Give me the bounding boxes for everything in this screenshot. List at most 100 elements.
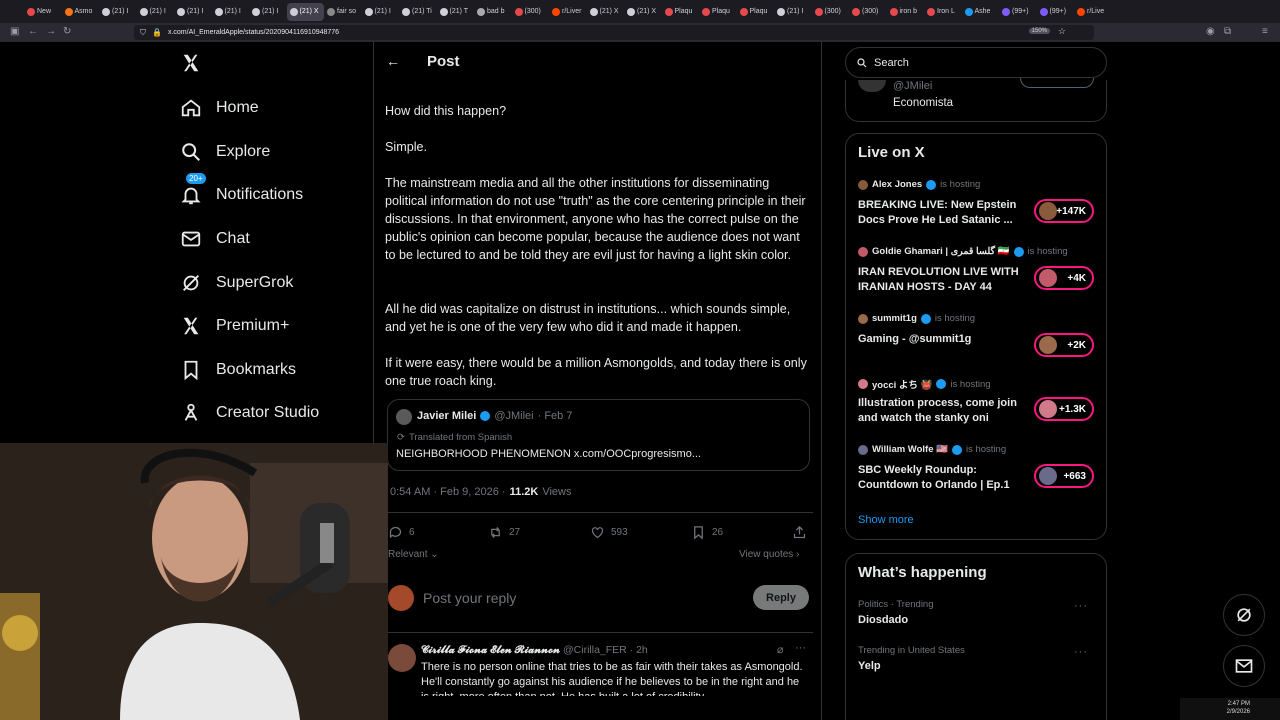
nav-item-bookmarks[interactable]: Bookmarks bbox=[180, 359, 296, 381]
trend-item[interactable]: Trending in United States Yelp bbox=[858, 645, 965, 672]
browser-tab-label: r/Live bbox=[1087, 8, 1105, 15]
forward-icon[interactable]: → bbox=[46, 26, 56, 37]
browser-tab-label: (300) bbox=[862, 8, 879, 15]
verified-badge-icon bbox=[951, 444, 962, 455]
reply-input[interactable]: Post your reply bbox=[423, 590, 516, 606]
browser-tab[interactable]: (21) I bbox=[137, 3, 174, 21]
clock-date: 2/9/2026 bbox=[1226, 709, 1250, 715]
live-item[interactable]: William Wolfe 🇺🇸 is hosting SBC Weekly Rou… bbox=[846, 444, 1106, 504]
extensions-icon[interactable]: ⧉ bbox=[1224, 26, 1231, 37]
star-icon[interactable]: ☆ bbox=[1058, 26, 1066, 37]
live-listeners-pill[interactable]: +2K bbox=[1034, 333, 1094, 357]
bell-icon bbox=[181, 187, 201, 205]
live-item[interactable]: Alex Jones is hosting BREAKING LIVE: New E… bbox=[846, 179, 1106, 239]
browser-tab[interactable]: r/Live bbox=[1074, 3, 1111, 21]
nav-item-supergrok[interactable]: SuperGrok bbox=[180, 272, 293, 294]
avatar bbox=[1039, 467, 1057, 485]
browser-toolbar: ▣ ← → ↻ ⛉ 🔒 x.com/AI_EmeraldApple/status… bbox=[0, 23, 1280, 42]
grok-fab[interactable] bbox=[1223, 594, 1265, 636]
browser-tab-bar: New Asmo (21) I (21) I (21) I (21) I (21) I (21… bbox=[0, 0, 1280, 23]
bookmark-action[interactable]: 26 bbox=[691, 525, 723, 540]
back-icon[interactable]: ← bbox=[28, 26, 38, 37]
trend-item[interactable]: Politics · Trending Diosdado bbox=[858, 599, 934, 626]
browser-tab[interactable]: Plaqu bbox=[662, 3, 699, 21]
browser-tab[interactable]: (21) I bbox=[362, 3, 399, 21]
messages-fab[interactable] bbox=[1223, 645, 1265, 687]
grok-icon[interactable]: ⌀ bbox=[777, 643, 784, 656]
reply-text: There is no person online that tries to … bbox=[421, 661, 803, 696]
nav-item-notifications[interactable]: 20+ Notifications bbox=[180, 173, 303, 206]
browser-tab-label: (21) I bbox=[187, 8, 204, 15]
browser-tab[interactable]: bad b bbox=[474, 3, 511, 21]
browser-tab-label: r/Liver bbox=[562, 8, 582, 15]
browser-tab[interactable]: Plaqu bbox=[699, 3, 736, 21]
more-options-icon[interactable]: ··· bbox=[1074, 646, 1088, 658]
browser-tab[interactable]: (21) I bbox=[212, 3, 249, 21]
browser-tab[interactable]: fair so bbox=[324, 3, 361, 21]
reply-button[interactable]: Reply bbox=[753, 585, 809, 610]
sidebar-toggle-icon[interactable]: ▣ bbox=[10, 26, 19, 37]
browser-tab[interactable]: Plaqu bbox=[737, 3, 774, 21]
live-listeners-pill[interactable]: +663 bbox=[1034, 464, 1094, 488]
browser-tab[interactable]: (21) I bbox=[99, 3, 136, 21]
search-input[interactable]: Search bbox=[874, 57, 909, 69]
browser-tab[interactable]: (21) I bbox=[174, 3, 211, 21]
live-item[interactable]: yocci よち 👹 is hosting Illustration process… bbox=[846, 377, 1106, 437]
nav-item-creator-studio[interactable]: Creator Studio bbox=[180, 402, 319, 424]
live-item[interactable]: Goldie Ghamari | گلسا قمری 🇮🇷 is hosting I… bbox=[846, 246, 1106, 306]
reply-action[interactable]: 6 bbox=[388, 525, 415, 540]
heart-icon bbox=[591, 527, 604, 539]
x-logo-home-link[interactable] bbox=[180, 52, 202, 74]
browser-tab-label: (21) I bbox=[787, 8, 804, 15]
browser-tab[interactable]: (21) X bbox=[624, 3, 661, 21]
live-listeners-pill[interactable]: +4K bbox=[1034, 266, 1094, 290]
share-action[interactable] bbox=[792, 525, 807, 540]
browser-tab[interactable]: (99+) bbox=[999, 3, 1036, 21]
more-options-icon[interactable]: ··· bbox=[795, 642, 806, 654]
browser-tab[interactable]: (21) I bbox=[249, 3, 286, 21]
browser-tab[interactable]: (300) bbox=[512, 3, 549, 21]
show-more-link[interactable]: Show more bbox=[858, 514, 914, 526]
browser-tab[interactable]: (300) bbox=[849, 3, 886, 21]
zoom-badge[interactable]: 150% bbox=[1028, 28, 1050, 34]
browser-tab[interactable]: (300) bbox=[812, 3, 849, 21]
quoted-post[interactable]: Javier Milei @JMilei · Feb 7 ⟳ Translate… bbox=[387, 399, 810, 471]
reload-icon[interactable]: ↻ bbox=[63, 26, 71, 37]
views-label: Views bbox=[542, 486, 572, 498]
view-quotes-link[interactable]: View quotes › bbox=[739, 549, 799, 560]
search-box[interactable]: Search bbox=[845, 47, 1107, 78]
sort-relevant-dropdown[interactable]: Relevant ⌄ bbox=[388, 549, 439, 560]
browser-tab[interactable]: Asmo bbox=[62, 3, 99, 21]
nav-item-premium[interactable]: Premium+ bbox=[180, 315, 289, 337]
more-options-icon[interactable]: ··· bbox=[1074, 600, 1088, 612]
browser-tab[interactable]: (21) X bbox=[286, 2, 324, 21]
nav-item-chat[interactable]: Chat bbox=[180, 228, 250, 250]
browser-tab[interactable]: (21) T bbox=[437, 3, 474, 21]
like-action[interactable]: 593 bbox=[590, 525, 628, 540]
browser-tab[interactable]: iron b bbox=[887, 3, 924, 21]
browser-tab[interactable]: (21) Ti bbox=[399, 3, 436, 21]
browser-tab[interactable]: (99+) bbox=[1037, 3, 1074, 21]
live-host-name: Goldie Ghamari | گلسا قمری 🇮🇷 bbox=[872, 246, 1010, 257]
hosting-label: is hosting bbox=[940, 179, 981, 190]
repost-action[interactable]: 27 bbox=[488, 525, 520, 540]
avatar bbox=[1039, 202, 1057, 220]
account-icon[interactable]: ◉ bbox=[1206, 26, 1215, 37]
browser-tab-label: (21) I bbox=[374, 8, 391, 15]
live-listeners-pill[interactable]: +1.3K bbox=[1034, 397, 1094, 421]
live-item[interactable]: summit1g is hosting Gaming - @summit1g +2K bbox=[846, 313, 1106, 373]
live-on-x-card: Live on X Alex Jones is hosting BREAKING L… bbox=[845, 133, 1107, 540]
nav-item-home[interactable]: Home bbox=[180, 97, 259, 119]
browser-tab[interactable]: (21) I bbox=[774, 3, 811, 21]
live-listeners-pill[interactable]: +147K bbox=[1034, 199, 1094, 223]
browser-tab[interactable]: New bbox=[24, 3, 61, 21]
browser-tab[interactable]: (21) X bbox=[587, 3, 624, 21]
browser-tab[interactable]: Ashe bbox=[962, 3, 999, 21]
back-arrow-icon[interactable]: ← bbox=[386, 53, 400, 69]
browser-tab[interactable]: Iron L bbox=[924, 3, 961, 21]
url-bar[interactable]: ⛉ 🔒 x.com/AI_EmeraldApple/status/2020904… bbox=[134, 25, 1094, 40]
nav-item-explore[interactable]: Explore bbox=[180, 141, 270, 163]
browser-tab[interactable]: r/Liver bbox=[549, 3, 586, 21]
follow-button[interactable] bbox=[1020, 78, 1094, 88]
menu-icon[interactable]: ≡ bbox=[1262, 26, 1268, 37]
